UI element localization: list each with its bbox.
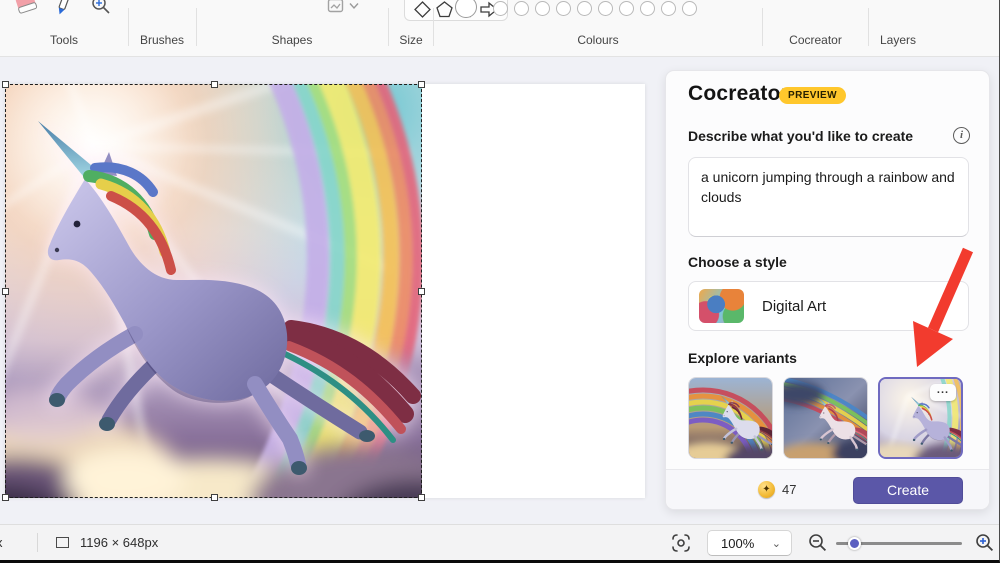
variant-list: ...: [688, 377, 969, 461]
zoom-slider[interactable]: [836, 537, 962, 550]
selection-handle[interactable]: [418, 288, 425, 295]
paint-app-window: { "toolbar": { "groups": [ { "label": "T…: [0, 0, 1000, 563]
colour-primary-swatch[interactable]: [455, 0, 477, 18]
toolbar-group-brushes[interactable]: Brushes: [129, 0, 195, 56]
ai-generated-unicorn-image: [5, 84, 422, 498]
zoom-slider-thumb[interactable]: [848, 537, 861, 550]
toolbar-group-cocreator[interactable]: Cocreator: [763, 0, 868, 56]
colour-swatch[interactable]: [598, 1, 613, 16]
prompt-input[interactable]: [688, 157, 969, 237]
describe-label: Describe what you'd like to create: [688, 128, 914, 144]
zoom-level-dropdown[interactable]: 100% ⌄: [707, 530, 792, 556]
colour-swatch[interactable]: [514, 1, 529, 16]
toolbar-label-layers: Layers: [879, 33, 917, 47]
create-button[interactable]: Create: [853, 477, 963, 504]
status-bar: x 1196 × 648px 100% ⌄: [0, 524, 999, 560]
credits-coin-icon: ✦: [758, 481, 775, 498]
variant-thumbnail-3-selected[interactable]: ...: [878, 377, 963, 459]
zoom-level-value: 100%: [721, 536, 755, 551]
chevron-down-icon[interactable]: [349, 2, 359, 10]
fit-to-screen-icon[interactable]: [672, 534, 690, 552]
toolbar-label-colours: Colours: [577, 33, 619, 47]
selection-handle[interactable]: [2, 81, 9, 88]
pencil-icon[interactable]: [52, 0, 74, 17]
selection-handle[interactable]: [418, 494, 425, 501]
panel-footer: ✦ 47 Create: [666, 469, 989, 509]
cocreator-panel: Cocreator PREVIEW Describe what you'd li…: [665, 70, 990, 510]
zoom-out-icon[interactable]: [808, 533, 827, 552]
style-selector[interactable]: Digital Art: [688, 281, 969, 331]
chevron-down-icon: ⌄: [771, 538, 781, 550]
toolbar-group-layers[interactable]: Layers: [869, 0, 927, 56]
ribbon-toolbar: Tools Brushes Shapes Size Colours Cocrea…: [0, 0, 999, 57]
preview-badge: PREVIEW: [779, 87, 846, 104]
variants-label: Explore variants: [688, 350, 797, 366]
info-icon[interactable]: i: [953, 127, 970, 144]
toolbar-group-colours: Colours: [434, 0, 762, 56]
eraser-icon[interactable]: [14, 0, 40, 18]
toolbar-label-tools: Tools: [49, 33, 78, 47]
colour-swatch[interactable]: [682, 1, 697, 16]
colour-swatch[interactable]: [661, 1, 676, 16]
drawing-canvas[interactable]: [2, 81, 645, 501]
toolbar-label-brushes: Brushes: [139, 33, 185, 47]
toolbar-group-shapes: Shapes: [197, 0, 508, 56]
colour-swatch[interactable]: [556, 1, 571, 16]
fill-outline-icon[interactable]: [327, 0, 345, 16]
style-label: Choose a style: [688, 254, 787, 270]
selection-handle[interactable]: [418, 81, 425, 88]
selection-handle[interactable]: [211, 494, 218, 501]
colour-swatch[interactable]: [493, 1, 508, 16]
panel-title: Cocreator: [688, 82, 789, 105]
variant-more-icon[interactable]: ...: [930, 384, 956, 401]
toolbar-label-cocreator: Cocreator: [789, 33, 842, 47]
zoom-tool-icon[interactable]: [90, 0, 112, 17]
colour-swatch[interactable]: [577, 1, 592, 16]
variant-thumbnail-2[interactable]: [783, 377, 868, 459]
style-thumbnail: [699, 289, 744, 323]
zoom-in-icon[interactable]: [975, 533, 994, 552]
canvas-dimensions: 1196 × 648px: [80, 535, 159, 550]
toolbar-label-size: Size: [399, 33, 423, 47]
colour-swatch[interactable]: [535, 1, 550, 16]
toolbar-group-tools: Tools: [0, 0, 128, 56]
credits-count: 47: [782, 482, 797, 497]
toolbar-group-size[interactable]: Size: [389, 0, 433, 56]
colour-swatch[interactable]: [640, 1, 655, 16]
toolbar-label-shapes: Shapes: [271, 33, 313, 47]
style-value: Digital Art: [762, 297, 827, 315]
selection-handle[interactable]: [2, 494, 9, 501]
clipped-coordinates-text: x: [0, 535, 3, 550]
canvas-size-icon: [56, 537, 69, 548]
statusbar-separator: [37, 533, 38, 552]
variant-thumbnail-1[interactable]: [688, 377, 773, 459]
selection-handle[interactable]: [2, 288, 9, 295]
selection-handle[interactable]: [211, 81, 218, 88]
colour-swatch[interactable]: [619, 1, 634, 16]
